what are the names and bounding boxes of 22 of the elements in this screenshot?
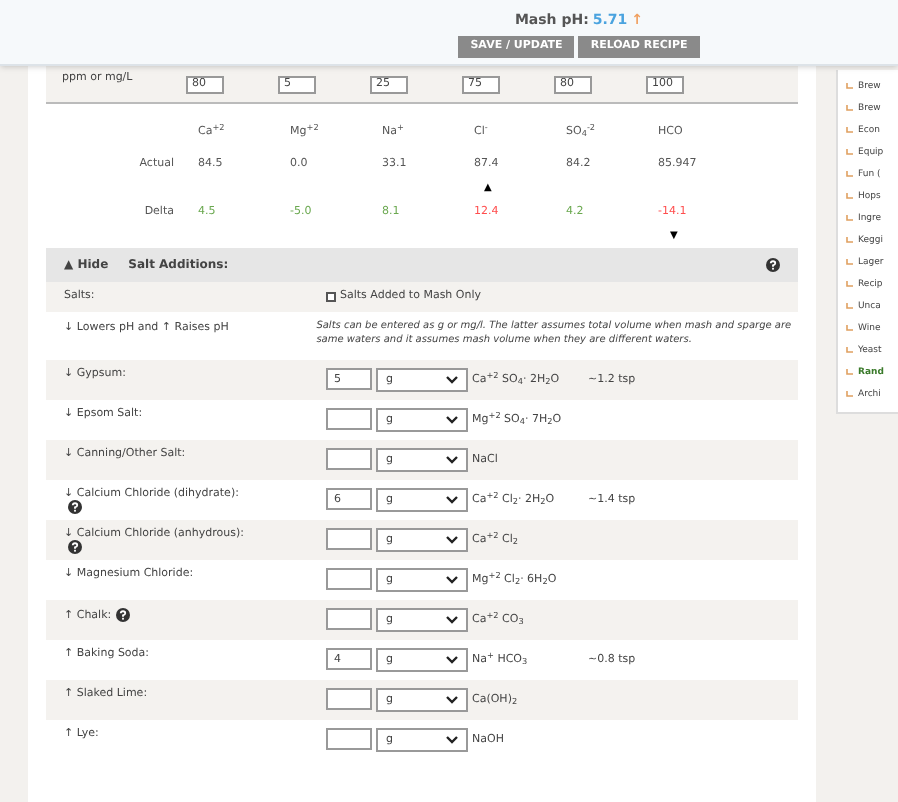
amount-field[interactable]	[326, 528, 372, 550]
amount-field[interactable]	[326, 728, 372, 750]
chevron-down-icon	[446, 736, 458, 744]
help-icon[interactable]	[115, 608, 130, 622]
chevron-down-icon	[446, 416, 458, 424]
chevron-down-icon	[446, 696, 458, 704]
mash-only-checkbox[interactable]	[326, 292, 336, 302]
help-icon[interactable]	[68, 540, 82, 554]
chevron-down-icon	[446, 656, 458, 664]
help-icon[interactable]	[766, 258, 780, 272]
amount-field[interactable]	[326, 408, 372, 430]
chevron-down-icon	[446, 456, 458, 464]
chevron-down-icon	[446, 376, 458, 384]
amount-field[interactable]	[326, 688, 372, 710]
chevron-down-icon	[446, 536, 458, 544]
chevron-down-icon	[446, 576, 458, 584]
amount-field[interactable]	[326, 568, 372, 590]
amount-field[interactable]	[326, 448, 372, 470]
amount-field[interactable]	[326, 608, 372, 630]
chevron-down-icon	[446, 616, 458, 624]
chevron-down-icon	[446, 496, 458, 504]
help-icon[interactable]	[68, 500, 82, 514]
